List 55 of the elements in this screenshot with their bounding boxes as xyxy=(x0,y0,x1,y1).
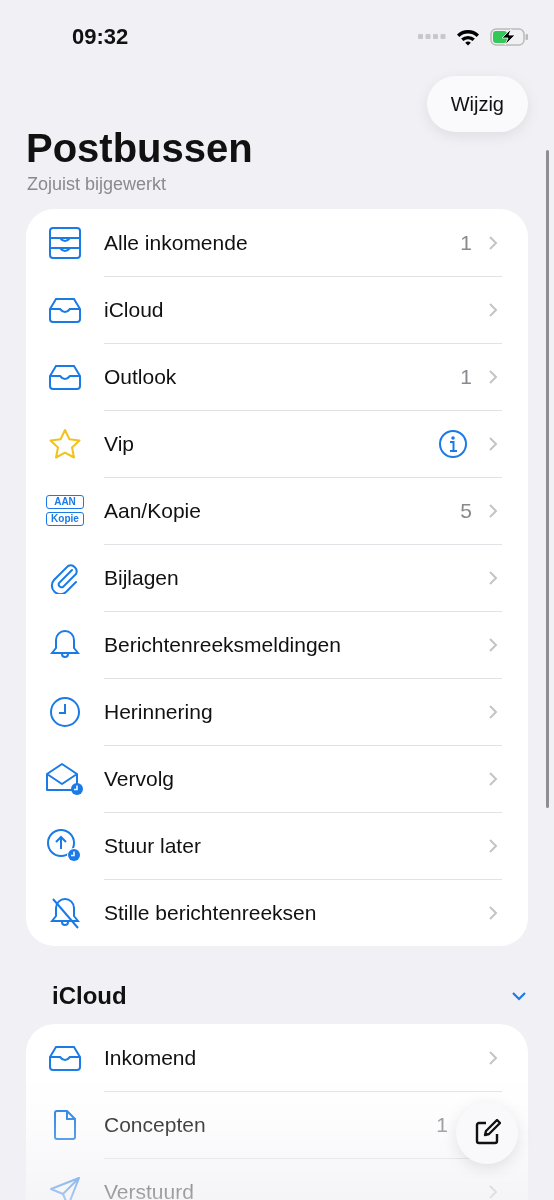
edit-button[interactable]: Wijzig xyxy=(426,76,528,132)
clock-icon xyxy=(49,695,81,728)
update-status: Zojuist bijgewerkt xyxy=(27,174,168,195)
tray-icon xyxy=(48,363,82,390)
mailbox-label: Concepten xyxy=(104,1112,207,1137)
page-title: Postbussen xyxy=(26,125,254,172)
wifi-icon xyxy=(456,28,480,46)
mailbox-label: iCloud xyxy=(104,297,165,322)
star-icon xyxy=(48,427,82,460)
envelope-clock-icon xyxy=(45,761,85,796)
unread-count: 5 xyxy=(460,498,472,523)
chevron-icon xyxy=(488,837,498,854)
info-icon[interactable] xyxy=(438,428,468,459)
chevron-icon xyxy=(488,368,498,385)
document-icon xyxy=(52,1108,78,1141)
section-title: iCloud xyxy=(52,982,127,1010)
mailbox-label: Bijlagen xyxy=(104,565,180,590)
mailbox-label: Alle inkomende xyxy=(104,230,249,255)
tray-icon xyxy=(48,1044,82,1071)
chevron-icon xyxy=(488,301,498,318)
signal-icon xyxy=(418,34,446,40)
unread-count: 1 xyxy=(436,1112,448,1137)
icon-tag: AAN xyxy=(46,495,84,509)
paperclip-icon xyxy=(50,561,80,594)
unread-count: 1 xyxy=(460,364,472,389)
muted-bell-icon xyxy=(50,895,80,930)
chevron-icon xyxy=(488,904,498,921)
tray-stack-icon xyxy=(48,225,82,260)
unread-count: 1 xyxy=(460,230,472,255)
chevron-icon[interactable] xyxy=(510,990,528,1002)
mailbox-label: Verstuurd xyxy=(104,1179,195,1200)
chevron-icon xyxy=(488,770,498,787)
chevron-icon xyxy=(488,502,498,519)
mailbox-label: Vip xyxy=(104,431,135,456)
mailbox-label: Berichtenreeksmeldingen xyxy=(104,632,342,657)
battery-icon xyxy=(490,27,530,47)
mailbox-label: Inkomend xyxy=(104,1045,198,1070)
chevron-icon xyxy=(488,1183,498,1200)
chevron-icon xyxy=(488,435,498,452)
mailbox-label: Stuur later xyxy=(104,833,202,858)
icon-tag: Kopie xyxy=(46,512,84,526)
mailbox-label: Vervolg xyxy=(104,766,176,791)
mailbox-label: Outlook xyxy=(104,364,178,389)
chevron-icon xyxy=(488,569,498,586)
chevron-icon xyxy=(488,636,498,653)
chevron-icon xyxy=(488,234,498,251)
status-time: 09:32 xyxy=(72,24,129,50)
mailbox-label: Stille berichtenreeksen xyxy=(104,900,318,925)
mailbox-label: Herinnering xyxy=(104,699,214,724)
paper-plane-icon xyxy=(49,1175,81,1200)
tray-icon xyxy=(48,296,82,323)
chevron-icon xyxy=(488,1049,498,1066)
chevron-icon xyxy=(488,703,498,720)
mailbox-label: Aan/Kopie xyxy=(104,498,202,523)
compose-icon xyxy=(473,1119,501,1147)
